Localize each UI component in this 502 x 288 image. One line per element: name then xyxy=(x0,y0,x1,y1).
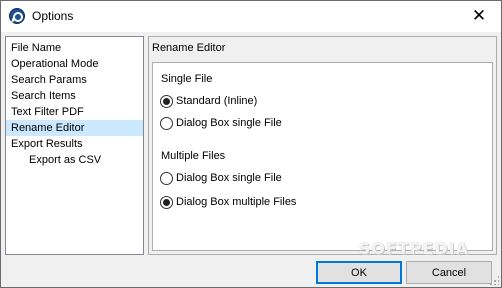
close-icon: ✕ xyxy=(471,6,487,26)
nav-item-search-params[interactable]: Search Params xyxy=(6,72,143,88)
settings-panel: Rename Editor Single File Standard (Inli… xyxy=(148,36,497,255)
nav-item-file-name[interactable]: File Name xyxy=(6,40,143,56)
dialog-content: File Name Operational Mode Search Params… xyxy=(1,32,501,287)
rename-editor-options: Single File Standard (Inline) Dialog Box… xyxy=(152,62,493,251)
radio-label: Dialog Box single File xyxy=(176,172,282,184)
radio-multi-dialog-box-single-file[interactable]: Dialog Box single File xyxy=(160,170,282,186)
radio-button-checked[interactable] xyxy=(160,195,173,209)
close-button[interactable]: ✕ xyxy=(457,1,501,31)
nav-item-export-as-csv[interactable]: Export as CSV xyxy=(6,152,143,168)
multiple-files-label: Multiple Files xyxy=(161,150,226,162)
panel-title: Rename Editor xyxy=(152,42,226,54)
radio-button[interactable] xyxy=(160,116,173,130)
nav-item-rename-editor[interactable]: Rename Editor xyxy=(6,120,143,136)
radio-standard-inline[interactable]: Standard (Inline) xyxy=(160,93,257,109)
radio-label: Dialog Box single File xyxy=(176,117,282,129)
options-dialog: Options ✕ File Name Operational Mode Sea… xyxy=(0,0,502,288)
app-icon xyxy=(9,8,25,24)
radio-button-checked[interactable] xyxy=(160,94,173,108)
nav-item-search-items[interactable]: Search Items xyxy=(6,88,143,104)
nav-item-text-filter-pdf[interactable]: Text Filter PDF xyxy=(6,104,143,120)
nav-item-export-results[interactable]: Export Results xyxy=(6,136,143,152)
options-category-list[interactable]: File Name Operational Mode Search Params… xyxy=(5,36,144,255)
radio-dialog-box-multiple-files[interactable]: Dialog Box multiple Files xyxy=(160,194,296,210)
ok-button[interactable]: OK xyxy=(316,261,402,284)
radio-label: Standard (Inline) xyxy=(176,95,258,107)
radio-label: Dialog Box multiple Files xyxy=(176,196,297,208)
nav-item-operational-mode[interactable]: Operational Mode xyxy=(6,56,143,72)
radio-dialog-box-single-file[interactable]: Dialog Box single File xyxy=(160,115,282,131)
watermark: SOFTPEDIA xyxy=(358,239,469,258)
title-bar: Options ✕ xyxy=(1,1,501,32)
single-file-label: Single File xyxy=(161,73,213,85)
radio-button[interactable] xyxy=(160,171,173,185)
window-title: Options xyxy=(32,9,74,23)
cancel-button[interactable]: Cancel xyxy=(406,261,492,284)
